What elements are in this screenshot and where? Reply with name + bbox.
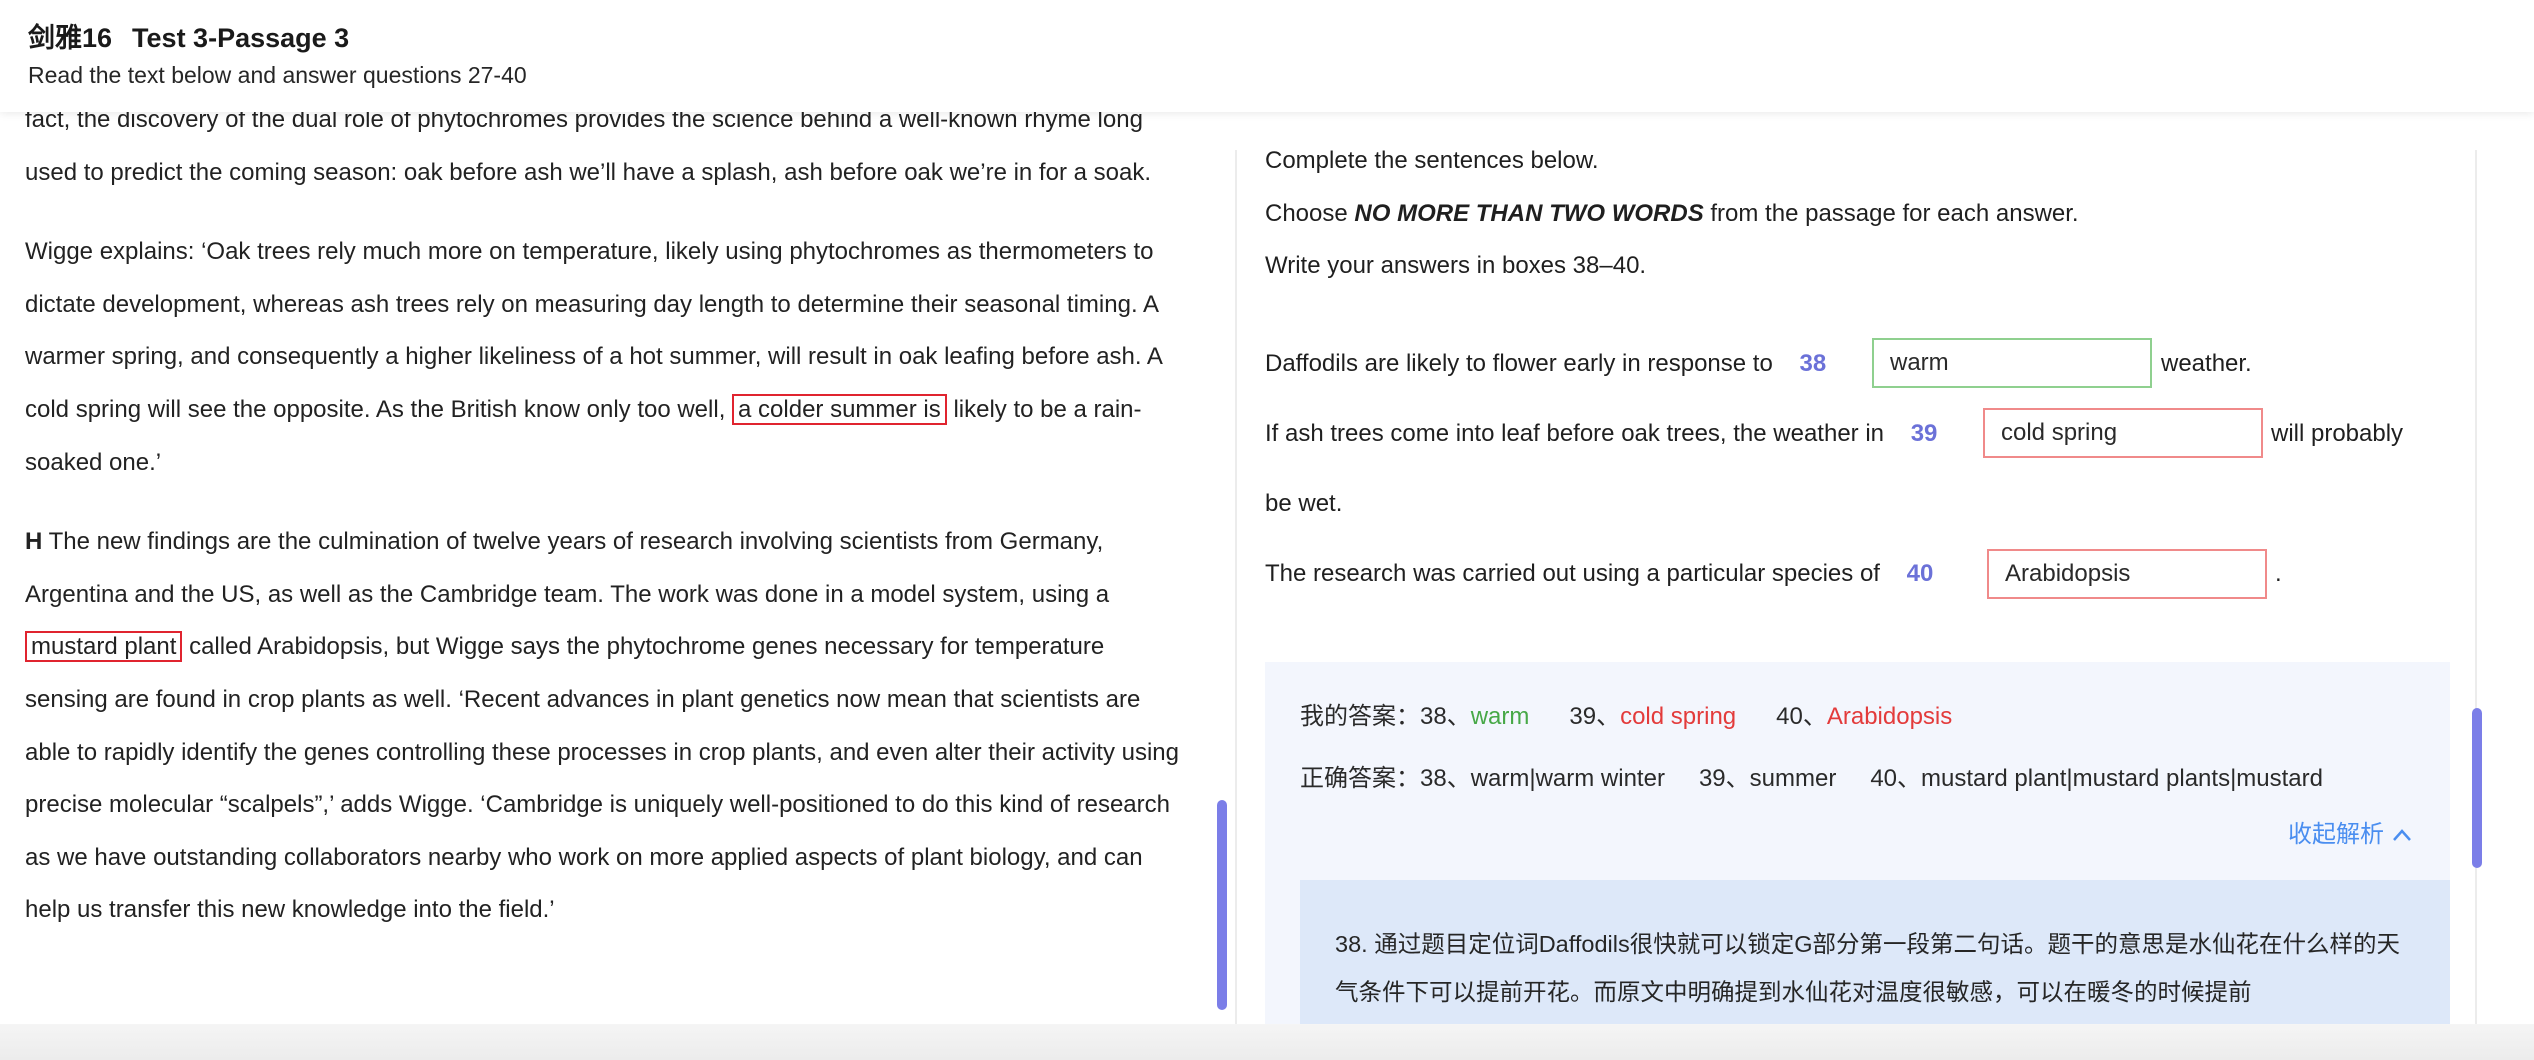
- page-footer: [0, 1024, 2534, 1060]
- passage-text: called Arabidopsis, but Wigge says the p…: [25, 633, 1179, 924]
- question-number: 38: [1799, 350, 1827, 377]
- correct-answers-label: 正确答案：: [1300, 765, 1420, 792]
- answer-input-38[interactable]: warm: [1872, 338, 2152, 388]
- section-letter: H: [25, 528, 43, 556]
- instruction-text: Choose: [1265, 200, 1348, 227]
- page-header: 剑雅16 Test 3-Passage 3 Read the text below…: [0, 0, 2534, 112]
- instruction-emphasis: NO MORE THAN TWO WORDS: [1354, 200, 1704, 227]
- test-title: Test 3-Passage 3: [132, 23, 350, 53]
- question-text: weather.: [2161, 350, 2252, 377]
- instruction-line: Choose NO MORE THAN TWO WORDS from the p…: [1265, 200, 2079, 228]
- question-text: be wet.: [1265, 490, 1343, 517]
- question-number: 39: [1910, 420, 1938, 447]
- correct-answer-38: 38、warm|warm winter: [1420, 765, 1665, 792]
- my-answers-label: 我的答案：: [1300, 703, 1420, 730]
- highlight-box[interactable]: a colder summer is: [732, 393, 947, 425]
- chevron-up-icon: [2392, 821, 2412, 849]
- passage-paragraph: Wigge explains: ‘Oak trees rely much mor…: [25, 226, 1185, 489]
- passage-text: The new findings are the culmination of …: [25, 528, 1110, 608]
- answer-panel: 我的答案：38、warm 39、cold spring 40、Arabidopsis…: [1265, 662, 2450, 1030]
- my-answer-40: Arabidopsis: [1826, 703, 1953, 730]
- question-38: Daffodils are likely to flower early in …: [1265, 350, 1826, 378]
- question-text: will probably: [2271, 420, 2404, 447]
- question-39: If ash trees come into leaf before oak t…: [1265, 420, 1937, 448]
- instruction-line: Write your answers in boxes 38–40.: [1265, 252, 1647, 279]
- my-answer-38: warm: [1470, 703, 1530, 730]
- question-text: If ash trees come into leaf before oak t…: [1265, 420, 1885, 447]
- passage-paragraph: fact, the discovery of the dual role of …: [25, 112, 1151, 186]
- question-text: The research was carried out using a par…: [1265, 560, 1880, 587]
- highlight-box[interactable]: mustard plant: [25, 631, 183, 663]
- answer-index: 39、: [1569, 703, 1621, 730]
- page-subtitle: Read the text below and answer questions…: [28, 62, 527, 88]
- question-text: .: [2275, 560, 2282, 587]
- right-pane-edge: [2475, 150, 2477, 1024]
- questions-scrollbar[interactable]: [2472, 708, 2482, 868]
- passage-pane[interactable]: fact, the discovery of the dual role of …: [0, 112, 1210, 1024]
- my-answer-39: cold spring: [1620, 703, 1737, 730]
- correct-answer-39: 39、summer: [1698, 765, 1837, 792]
- question-40: The research was carried out using a par…: [1265, 560, 1933, 588]
- instruction-line: Complete the sentences below.: [1265, 147, 1599, 174]
- book-title: 剑雅16: [28, 23, 113, 53]
- passage-paragraph: H The new findings are the culmination o…: [25, 516, 1185, 937]
- collapse-analysis-button[interactable]: 收起解析: [2288, 814, 2412, 849]
- analysis-box: 38. 通过题目定位词Daffodils很快就可以锁定G部分第一段第二句话。题干…: [1300, 880, 2450, 1030]
- answer-input-39[interactable]: cold spring: [1983, 408, 2263, 458]
- answer-input-40[interactable]: Arabidopsis: [1987, 549, 2267, 599]
- collapse-label: 收起解析: [2288, 821, 2384, 848]
- instruction-text: from the passage for each answer.: [1710, 200, 2079, 227]
- passage-scrollbar[interactable]: [1217, 800, 1227, 1010]
- answer-index: 38、: [1420, 703, 1471, 730]
- question-text: Daffodils are likely to flower early in …: [1265, 350, 1773, 377]
- answer-index: 40、: [1776, 703, 1827, 730]
- pane-divider: [1235, 150, 1237, 1024]
- question-number: 40: [1906, 560, 1934, 587]
- page-title: 剑雅16 Test 3-Passage 3: [28, 16, 349, 55]
- correct-answers-row: 正确答案：38、warm|warm winter 39、summer 40、must…: [1300, 758, 2323, 793]
- analysis-text: 38. 通过题目定位词Daffodils很快就可以锁定G部分第一段第二句话。题干…: [1335, 931, 2400, 1005]
- correct-answer-40: 40、mustard plant|mustard plants|mustard: [1870, 765, 2323, 792]
- my-answers-row: 我的答案：38、warm 39、cold spring 40、Arabidopsis: [1300, 696, 1952, 731]
